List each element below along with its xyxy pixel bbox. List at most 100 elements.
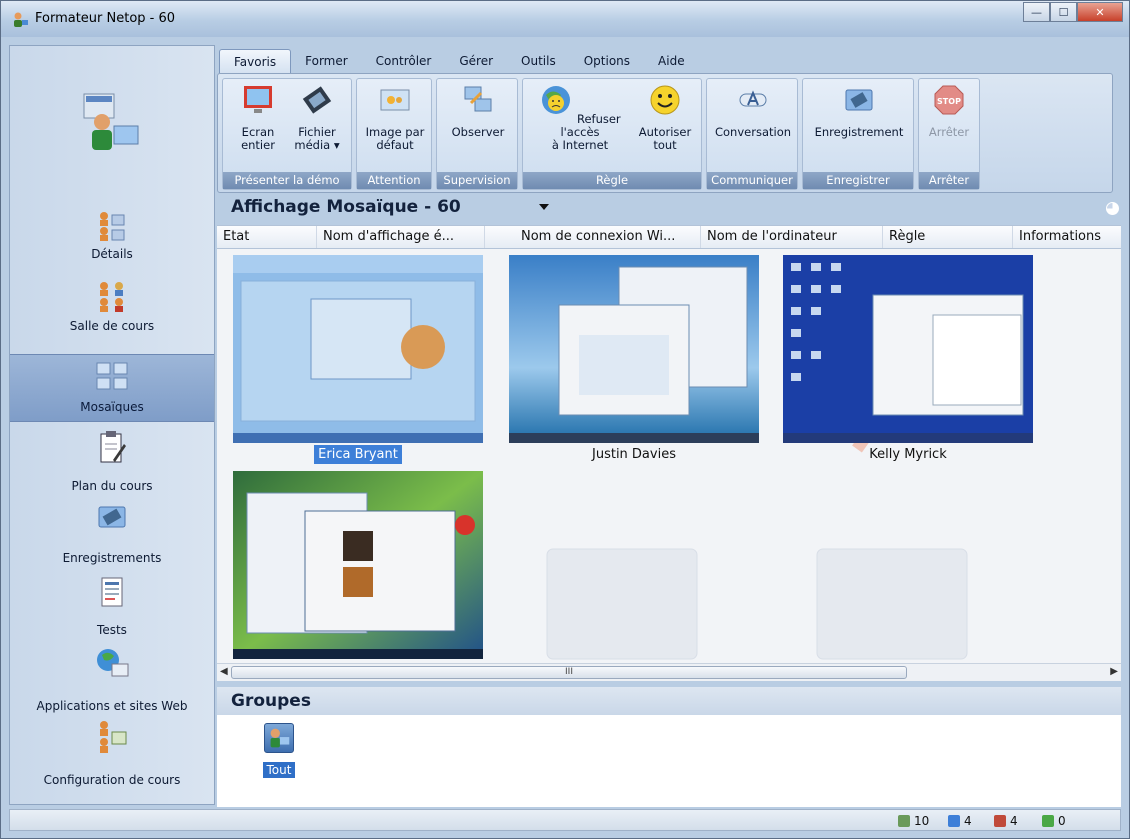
screen-thumbnail [233, 255, 483, 443]
screen-thumbnail [509, 255, 759, 443]
nav-item-apps-web[interactable]: Applications et sites Web [10, 646, 214, 720]
allow-all-button[interactable]: Autoriser tout [633, 83, 697, 152]
nav-item-label: Détails [91, 247, 133, 261]
status-bar: 10 4 4 0 [9, 809, 1121, 831]
tile-name: Justin Davies [592, 447, 676, 462]
group-label: Enregistrer [803, 172, 913, 189]
svg-text:STOP: STOP [937, 97, 961, 106]
tab-controler[interactable]: Contrôler [362, 49, 446, 73]
deny-internet-button[interactable]: Refuser l'accès à Internet [527, 83, 633, 152]
tab-outils[interactable]: Outils [507, 49, 570, 73]
observe-button[interactable]: Observer [441, 83, 515, 139]
horizontal-scrollbar[interactable]: ◀ III ▶ [217, 663, 1121, 681]
nav-item-mosaic[interactable]: Mosaïques [10, 354, 214, 422]
image-icon [380, 89, 410, 111]
group-record: Enregistrement Enregistrer [802, 78, 914, 190]
nav-item-label: Configuration de cours [43, 773, 181, 787]
column-header-row: Etat Nom d'affichage é... / Nom de conne… [217, 225, 1121, 249]
minimize-button[interactable]: — [1023, 2, 1050, 22]
film-icon [302, 86, 332, 114]
nav-item-label: Mosaïques [80, 400, 144, 414]
scroll-right-icon[interactable]: ▶ [1110, 666, 1118, 677]
recordings-icon [98, 506, 126, 528]
column-header-information[interactable]: Informations [1013, 226, 1121, 248]
mosaic-area: Erica Bryant Justin Davies Kelly Myrick [217, 249, 1121, 663]
ribbon: Ecran entier Fichier média ▾ Présenter la … [217, 73, 1113, 193]
close-button[interactable]: ✕ [1077, 2, 1123, 22]
maximize-button[interactable]: ☐ [1050, 2, 1077, 22]
apps-web-icon [97, 649, 129, 677]
nav-item-label: Enregistrements [62, 551, 162, 565]
status-computers: 10 [898, 813, 929, 829]
teacher-avatar-icon [83, 93, 139, 150]
clipboard-icon [100, 431, 126, 463]
monitor-icon [244, 86, 272, 113]
pie-chart-icon[interactable] [1106, 202, 1119, 215]
group-supervision: Observer Supervision [436, 78, 518, 190]
nav-item-details[interactable]: Détails [10, 206, 214, 272]
default-image-button[interactable]: Image par défaut [361, 83, 429, 152]
group-item-all[interactable]: Tout [257, 723, 301, 778]
smiley-icon [650, 85, 680, 115]
record-button[interactable]: Enregistrement [807, 83, 911, 139]
tab-gerer[interactable]: Gérer [445, 49, 507, 73]
column-header-state[interactable]: Etat [217, 226, 317, 248]
group-icon [264, 723, 294, 753]
column-header-computer-name[interactable]: Nom de l'ordinateur [701, 226, 883, 248]
group-label: Arrêter [919, 172, 979, 189]
record-icon [845, 89, 873, 111]
nav-item-recordings[interactable]: Enregistrements [10, 502, 214, 572]
tab-former[interactable]: Former [291, 49, 362, 73]
scroll-thumb[interactable]: III [231, 666, 907, 679]
ribbon-tabs: Favoris Former Contrôler Gérer Outils Op… [219, 49, 699, 73]
group-label: Règle [523, 172, 701, 189]
nav-item-classroom[interactable]: Salle de cours [10, 278, 214, 348]
tab-options[interactable]: Options [570, 49, 644, 73]
groups-panel: Tout [217, 715, 1121, 807]
scroll-left-icon[interactable]: ◀ [220, 666, 228, 677]
active-icon [1042, 815, 1054, 827]
column-header-rule[interactable]: Règle [883, 226, 1013, 248]
logged-icon [994, 815, 1006, 827]
tab-favoris[interactable]: Favoris [219, 49, 292, 73]
group-label: Communiquer [707, 172, 797, 189]
group-communicate: Conversation Communiquer [706, 78, 798, 190]
window-title: Formateur Netop - 60 [35, 11, 176, 26]
nav-item-label: Applications et sites Web [36, 699, 188, 713]
column-header-display-name[interactable]: Nom d'affichage é... / [317, 226, 485, 248]
fullscreen-button[interactable]: Ecran entier [229, 83, 287, 152]
column-header-windows-login[interactable]: Nom de connexion Wi... [515, 226, 701, 248]
nav-item-label: Plan du cours [71, 479, 153, 493]
computers-icon [898, 815, 910, 827]
nav-item-course-config[interactable]: Configuration de cours [10, 720, 214, 796]
nav-item-tests[interactable]: Tests [10, 576, 214, 644]
status-students: 4 [948, 813, 972, 829]
group-attention: Image par défaut Attention [356, 78, 432, 190]
course-config-icon [100, 721, 127, 753]
observe-icon [464, 86, 492, 112]
view-dropdown-icon[interactable] [539, 204, 549, 210]
group-present-demo: Ecran entier Fichier média ▾ Présenter la … [222, 78, 352, 190]
tab-aide[interactable]: Aide [644, 49, 699, 73]
conversation-button[interactable]: Conversation [709, 83, 797, 139]
status-logged: 4 [994, 813, 1018, 829]
group-stop: STOP Arrêter Arrêter [918, 78, 980, 190]
stop-icon: STOP [934, 85, 964, 115]
group-label: Attention [357, 172, 431, 189]
groups-title: Groupes [231, 691, 311, 711]
students-icon [948, 815, 960, 827]
group-label: Supervision [437, 172, 517, 189]
screen-thumbnail [233, 471, 483, 659]
nav-item-course-plan[interactable]: Plan du cours [10, 430, 214, 500]
tests-icon [101, 577, 123, 607]
tile-name: Kelly Myrick [869, 447, 947, 462]
title-bar: Formateur Netop - 60 — ☐ ✕ [1, 1, 1129, 37]
left-navigation: Détails Salle de cours Mosaïques Plan du… [9, 45, 215, 805]
screen-thumbnail [783, 255, 1033, 443]
nav-item-label: Salle de cours [69, 319, 155, 333]
mosaic-icon [96, 362, 128, 390]
details-icon [100, 212, 125, 241]
media-file-button[interactable]: Fichier média ▾ [287, 83, 347, 152]
chat-icon [739, 90, 767, 107]
stop-button[interactable]: STOP Arrêter [921, 83, 977, 139]
